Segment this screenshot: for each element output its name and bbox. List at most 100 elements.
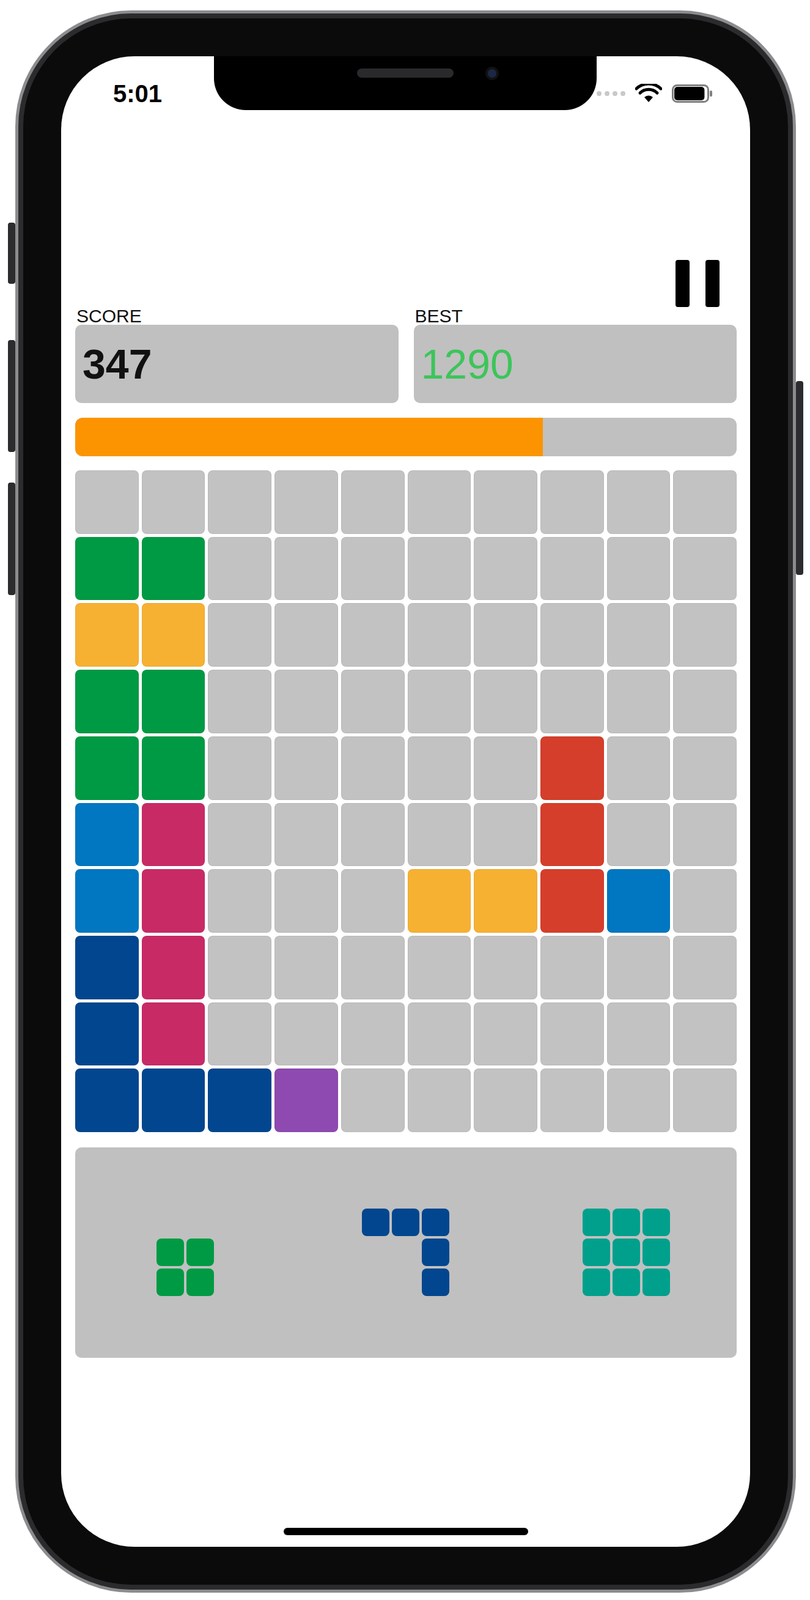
board-cell[interactable] (207, 935, 272, 999)
board-block[interactable] (141, 602, 206, 667)
board-cell[interactable] (540, 935, 604, 999)
board-cell[interactable] (207, 802, 272, 867)
board-cell[interactable] (407, 802, 472, 867)
board-block[interactable] (540, 868, 604, 933)
board-cell[interactable] (274, 935, 339, 999)
board-cell[interactable] (341, 736, 405, 800)
board-block[interactable] (75, 1067, 139, 1132)
board-cell[interactable] (473, 536, 538, 601)
board-block[interactable] (473, 868, 538, 933)
board-cell[interactable] (607, 669, 671, 733)
home-indicator[interactable] (283, 1527, 529, 1535)
board-cell[interactable] (607, 935, 671, 999)
board-cell[interactable] (673, 669, 737, 733)
board-cell[interactable] (141, 470, 206, 534)
board-cell[interactable] (540, 602, 604, 667)
board-cell[interactable] (341, 669, 405, 733)
board-cell[interactable] (607, 736, 671, 800)
board-cell[interactable] (274, 736, 339, 800)
board-cell[interactable] (673, 1001, 737, 1066)
board-block[interactable] (141, 802, 206, 867)
board-cell[interactable] (473, 669, 538, 733)
board-cell[interactable] (274, 669, 339, 733)
board-cell[interactable] (274, 802, 339, 867)
board-cell[interactable] (407, 602, 472, 667)
board-cell[interactable] (607, 536, 671, 601)
board-block[interactable] (141, 1067, 206, 1132)
board-cell[interactable] (673, 470, 737, 534)
board-cell[interactable] (540, 669, 604, 733)
board-cell[interactable] (540, 470, 604, 534)
board-cell[interactable] (274, 470, 339, 534)
board-cell[interactable] (607, 1001, 671, 1066)
board-cell[interactable] (407, 1067, 472, 1132)
board-block[interactable] (75, 602, 139, 667)
piece[interactable] (582, 1207, 671, 1296)
board-block[interactable] (540, 802, 604, 867)
board-block[interactable] (407, 868, 472, 933)
board-cell[interactable] (673, 802, 737, 867)
board-block[interactable] (75, 935, 139, 999)
board-cell[interactable] (407, 536, 472, 601)
board-cell[interactable] (673, 935, 737, 999)
board-block[interactable] (141, 1001, 206, 1066)
board-cell[interactable] (274, 868, 339, 933)
board-cell[interactable] (407, 470, 472, 534)
board-cell[interactable] (75, 470, 139, 534)
board-cell[interactable] (473, 470, 538, 534)
board-block[interactable] (141, 736, 206, 800)
board-block[interactable] (207, 1067, 272, 1132)
board-cell[interactable] (207, 669, 272, 733)
board-cell[interactable] (473, 602, 538, 667)
board-cell[interactable] (673, 602, 737, 667)
board-cell[interactable] (207, 868, 272, 933)
board[interactable] (75, 470, 737, 1132)
board-cell[interactable] (207, 736, 272, 800)
board-cell[interactable] (473, 736, 538, 800)
board-block[interactable] (141, 536, 206, 601)
board-block[interactable] (75, 736, 139, 800)
board-cell[interactable] (540, 1067, 604, 1132)
board-cell[interactable] (341, 536, 405, 601)
board-cell[interactable] (341, 470, 405, 534)
board-block[interactable] (141, 868, 206, 933)
board-block[interactable] (141, 935, 206, 999)
board-block[interactable] (75, 1001, 139, 1066)
board-cell[interactable] (341, 1001, 405, 1066)
board-cell[interactable] (607, 470, 671, 534)
board-cell[interactable] (673, 868, 737, 933)
board-cell[interactable] (540, 536, 604, 601)
board-cell[interactable] (274, 1001, 339, 1066)
board-cell[interactable] (607, 602, 671, 667)
piece[interactable] (361, 1207, 450, 1296)
board-cell[interactable] (473, 935, 538, 999)
board-block[interactable] (607, 868, 671, 933)
board-cell[interactable] (341, 602, 405, 667)
board-cell[interactable] (473, 1001, 538, 1066)
board-block[interactable] (75, 536, 139, 601)
piece[interactable] (156, 1237, 214, 1296)
board-cell[interactable] (540, 1001, 604, 1066)
board-cell[interactable] (341, 1067, 405, 1132)
board-cell[interactable] (274, 602, 339, 667)
board-cell[interactable] (607, 1067, 671, 1132)
board-block[interactable] (75, 868, 139, 933)
board-block[interactable] (540, 736, 604, 800)
board-cell[interactable] (341, 868, 405, 933)
board-cell[interactable] (341, 802, 405, 867)
board-cell[interactable] (407, 1001, 472, 1066)
board-cell[interactable] (473, 802, 538, 867)
board-cell[interactable] (407, 736, 472, 800)
board-cell[interactable] (207, 602, 272, 667)
board-cell[interactable] (407, 669, 472, 733)
pause-icon[interactable] (675, 259, 720, 307)
board-cell[interactable] (673, 1067, 737, 1132)
board-cell[interactable] (207, 536, 272, 601)
board-cell[interactable] (207, 1001, 272, 1066)
board-cell[interactable] (607, 802, 671, 867)
board-cell[interactable] (673, 536, 737, 601)
board-cell[interactable] (473, 1067, 538, 1132)
board-cell[interactable] (673, 736, 737, 800)
board-block[interactable] (75, 802, 139, 867)
board-cell[interactable] (341, 935, 405, 999)
